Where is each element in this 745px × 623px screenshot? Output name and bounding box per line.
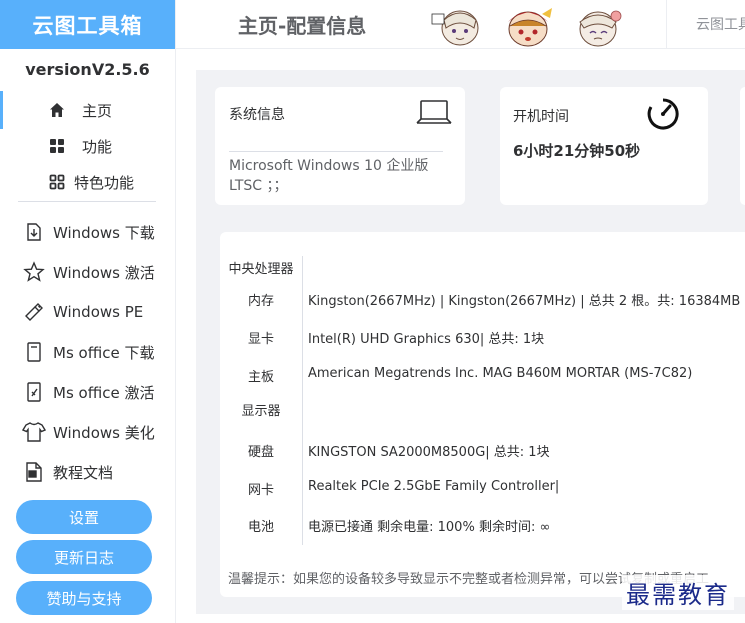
grid-icon (48, 137, 66, 155)
system-info-title: 系统信息 (229, 107, 285, 123)
hardware-row-gpu: 显卡 Intel(R) UHD Graphics 630| 总共: 1块 (220, 328, 745, 348)
hardware-row-network: 网卡 Realtek PCIe 2.5GbE Family Controller… (220, 479, 745, 499)
version-label: versionV2.5.6 (25, 60, 150, 79)
sponsor-button[interactable]: 赞助与支持 (16, 581, 152, 615)
nav-label: 特色功能 (74, 173, 135, 192)
hardware-label: 显示器 (241, 404, 281, 419)
active-indicator (0, 91, 3, 129)
sidebar: 云图工具箱 versionV2.5.6 主页 功能 特色功能 Windows 下… (0, 0, 176, 623)
hardware-label: 电池 (247, 520, 274, 535)
hardware-value: Kingston(2667MHz) | Kingston(2667MHz) | … (308, 294, 745, 309)
nav-item-windows-beautify[interactable]: Windows 美化 (0, 412, 175, 452)
hardware-row-motherboard: 主板 American Megatrends Inc. MAG B460M MO… (220, 366, 745, 386)
nav-label: Ms office 激活 (53, 383, 155, 402)
nav-item-office-activate[interactable]: Ms office 激活 (0, 372, 175, 412)
nav-label: 功能 (82, 137, 113, 156)
hardware-row-memory: 内存 Kingston(2667MHz) | Kingston(2667MHz)… (220, 290, 745, 310)
tshirt-icon (22, 420, 46, 444)
hardware-info-card: 中央处理器 内存 Kingston(2667MHz) | Kingston(26… (220, 232, 745, 597)
hardware-value: KINGSTON SA2000M8500G| 总共: 1块 (308, 445, 550, 460)
hardware-value: Realtek PCIe 2.5GbE Family Controller| (308, 479, 560, 494)
system-info-card: 系统信息 Microsoft Windows 10 企业版 LTSC ；； (215, 87, 465, 205)
nav-item-windows-pe[interactable]: Windows PE (0, 292, 175, 332)
nav-item-home[interactable]: 主页 (0, 92, 175, 128)
nav-item-special-features[interactable]: 特色功能 (0, 164, 175, 200)
nav-label: Windows 激活 (53, 263, 155, 282)
nav-item-office-download[interactable]: Ms office 下载 (0, 332, 175, 372)
speedometer-icon (645, 96, 681, 136)
hardware-value: 电源已接通 剩余电量: 100% 剩余时间: ∞ (308, 520, 551, 535)
watermark-text: 最需教育 (622, 575, 734, 610)
system-info-value: Microsoft Windows 10 企业版 LTSC ；； (229, 158, 429, 194)
header-app-name: 云图工具箱 (696, 17, 745, 33)
header-separator (666, 0, 667, 49)
nav-item-windows-activate[interactable]: Windows 激活 (0, 252, 175, 292)
nav-label: Windows PE (53, 303, 144, 321)
hardware-label: 中央处理器 (228, 262, 294, 277)
partial-card (740, 87, 745, 205)
hardware-value: Intel(R) UHD Graphics 630| 总共: 1块 (308, 332, 545, 347)
hardware-row-battery: 电池 电源已接通 剩余电量: 100% 剩余时间: ∞ (220, 516, 745, 536)
hardware-row-monitor: 显示器 (220, 400, 745, 420)
anime-characters-illustration (431, 8, 622, 47)
brand-title: 云图工具箱 (0, 0, 175, 49)
hardware-label: 硬盘 (247, 445, 274, 460)
word-file-icon (22, 460, 46, 484)
nav-item-tutorials[interactable]: 教程文档 (0, 452, 175, 492)
usb-drive-icon (22, 300, 46, 324)
key-document-icon (22, 380, 46, 404)
nav-item-windows-download[interactable]: Windows 下载 (0, 212, 175, 252)
sidebar-divider (18, 201, 156, 202)
hardware-row-cpu: 中央处理器 (220, 258, 745, 278)
tools-nav: Windows 下载 Windows 激活 Windows PE Ms offi… (0, 212, 175, 492)
hardware-label: 网卡 (247, 483, 274, 498)
changelog-button[interactable]: 更新日志 (16, 540, 152, 574)
nav-item-features[interactable]: 功能 (0, 128, 175, 164)
download-icon (22, 220, 46, 244)
header: 主页-配置信息 云图工具箱 (176, 0, 745, 49)
hardware-label: 显卡 (247, 332, 274, 347)
main-content: 系统信息 Microsoft Windows 10 企业版 LTSC ；； 开机… (196, 70, 745, 614)
page-title: 主页-配置信息 (238, 14, 367, 38)
hardware-value: American Megatrends Inc. MAG B460M MORTA… (308, 366, 693, 381)
system-info-divider (229, 151, 443, 152)
main-nav: 主页 功能 特色功能 (0, 92, 175, 200)
home-icon (48, 101, 66, 119)
nav-label: 教程文档 (53, 463, 114, 482)
nav-label: Windows 下载 (53, 223, 155, 242)
document-icon (22, 340, 46, 364)
laptop-icon (416, 99, 452, 131)
hardware-row-disk: 硬盘 KINGSTON SA2000M8500G| 总共: 1块 (220, 441, 745, 461)
nav-label: Windows 美化 (53, 423, 155, 442)
hardware-label: 内存 (247, 294, 274, 309)
settings-button[interactable]: 设置 (16, 500, 152, 534)
star-icon (22, 260, 46, 284)
nav-label: 主页 (82, 101, 113, 120)
apps-icon (48, 173, 66, 191)
boot-time-card: 开机时间 6小时21分钟50秒 (500, 87, 708, 205)
hardware-label: 主板 (247, 370, 274, 385)
boot-time-title: 开机时间 (513, 109, 569, 125)
boot-time-value: 6小时21分钟50秒 (513, 142, 641, 160)
nav-label: Ms office 下载 (53, 343, 155, 362)
